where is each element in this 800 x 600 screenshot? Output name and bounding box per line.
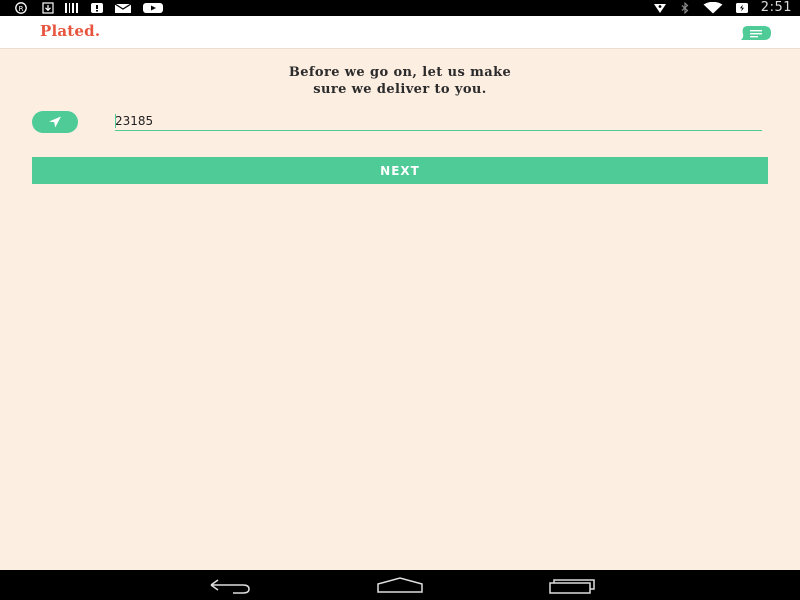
status-bar-system: 2:51 (653, 0, 792, 16)
battery-icon (735, 3, 748, 13)
mail-check-icon (114, 3, 132, 13)
status-bar: R 2:51 (0, 0, 800, 16)
download-icon (42, 2, 54, 14)
svg-text:R: R (19, 5, 24, 13)
bluetooth-icon (681, 2, 689, 14)
status-time: 2:51 (760, 0, 792, 15)
headline-line-2: sure we deliver to you. (313, 82, 487, 97)
back-icon[interactable] (205, 576, 255, 594)
home-icon[interactable] (375, 576, 425, 594)
notification-icon (91, 3, 103, 13)
chat-menu-icon[interactable] (738, 25, 772, 41)
barcode-icon (65, 3, 78, 13)
zip-code-input[interactable] (115, 112, 762, 131)
next-button[interactable]: NEXT (32, 157, 768, 184)
navigation-bar (0, 570, 800, 600)
status-bar-notifications: R (10, 0, 164, 16)
location-icon (653, 4, 666, 13)
app-screen: R 2:51 Plated. Before we go on, let us m… (0, 0, 800, 600)
navigation-arrow-icon (49, 116, 61, 128)
text-caret (115, 114, 116, 128)
plated-logo[interactable]: Plated. (40, 22, 100, 40)
headline-line-1: Before we go on, let us make (288, 65, 512, 80)
wifi-icon (703, 2, 723, 14)
page-headline: Before we go on, let us make sure we del… (150, 64, 650, 98)
app-bar: Plated. (0, 16, 800, 49)
recents-icon[interactable] (545, 576, 595, 594)
use-location-button[interactable] (32, 111, 78, 133)
registered-icon: R (15, 2, 27, 14)
youtube-icon (143, 3, 163, 13)
